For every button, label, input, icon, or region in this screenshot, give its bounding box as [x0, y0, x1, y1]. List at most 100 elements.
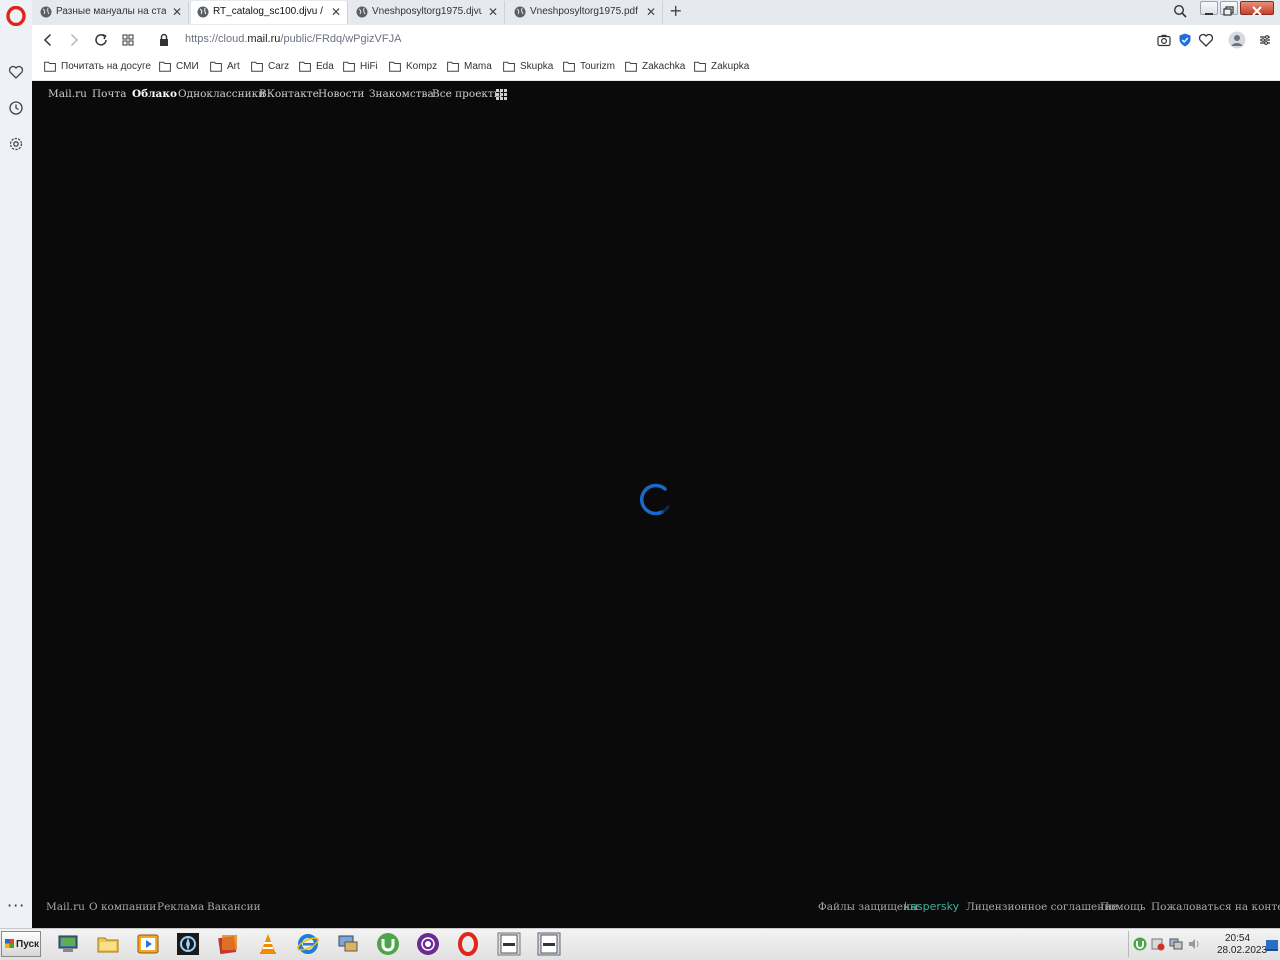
vlc-icon[interactable] — [256, 932, 280, 956]
url-domain: mail.ru — [247, 33, 281, 45]
close-window-button[interactable] — [1240, 1, 1274, 16]
snapshot-camera-icon[interactable] — [1156, 32, 1172, 48]
vpn-shield-icon[interactable] — [1177, 32, 1193, 48]
nav-pochta[interactable]: Почта — [92, 88, 127, 100]
tab-1[interactable]: Разные мануалы на стар ✕ — [34, 1, 189, 24]
footer-ads[interactable]: Реклама — [157, 901, 204, 913]
djvu-document-icon[interactable] — [497, 932, 521, 956]
footer-about[interactable]: О компании — [89, 901, 156, 913]
footer-mailru[interactable]: Mail.ru — [46, 901, 85, 913]
nav-odnoklassniki[interactable]: Одноклассники — [178, 88, 265, 100]
folder-icon — [389, 61, 401, 72]
nav-all-projects[interactable]: Все проекты — [432, 88, 502, 100]
footer-report[interactable]: Пожаловаться на контент — [1151, 901, 1280, 913]
tab-close-icon[interactable]: ✕ — [331, 5, 341, 19]
nav-oblako[interactable]: Облако — [132, 88, 177, 100]
kaspersky-logo[interactable]: kaspersky — [904, 900, 959, 913]
loading-spinner-icon — [640, 483, 670, 516]
settings-gear-icon[interactable] — [8, 136, 24, 152]
bookmark-label: Почитать на досуге — [61, 61, 151, 72]
tab-strip: Разные мануалы на стар ✕ RT_catalog_sc10… — [32, 0, 1280, 25]
start-button[interactable]: Пуск — [1, 931, 41, 957]
search-tabs-icon[interactable] — [1173, 4, 1187, 18]
close-icon — [1252, 6, 1262, 16]
opera-sidebar: ··· — [0, 0, 32, 928]
tab-4[interactable]: Vneshposyltorg1975.pdf / C ✕ — [508, 1, 663, 24]
new-tab-button[interactable]: + — [669, 2, 682, 20]
bookmark-label: Zakachka — [642, 61, 686, 72]
djvu-document-icon-2[interactable] — [537, 932, 561, 956]
folder-icon — [343, 61, 355, 72]
bookmark-label: Kompz — [406, 61, 438, 72]
globe-icon — [514, 6, 526, 18]
reload-icon[interactable] — [93, 32, 109, 48]
folder-icon — [299, 61, 311, 72]
clock-date[interactable]: 28.02.2023 — [1217, 945, 1267, 956]
nav-novosti[interactable]: Новости — [318, 88, 364, 100]
bookmark-label: Mama — [464, 61, 492, 72]
page-footer: Mail.ru О компании Реклама Вакансии Файл… — [32, 899, 1280, 915]
back-icon[interactable] — [40, 32, 56, 48]
apps-grid-icon[interactable] — [496, 89, 507, 100]
utorrent-icon[interactable] — [376, 932, 400, 956]
file-explorer-folder-icon[interactable] — [96, 932, 120, 956]
show-desktop-icon[interactable] — [1266, 939, 1278, 951]
bookmark-label: Carz — [268, 61, 290, 72]
lock-icon[interactable] — [157, 32, 171, 48]
tab-2-active[interactable]: RT_catalog_sc100.djvu / Об ✕ — [191, 1, 348, 24]
folder-icon — [447, 61, 459, 72]
globe-icon — [40, 6, 52, 18]
easy-setup-icon[interactable] — [1257, 32, 1273, 48]
volume-tray-icon[interactable] — [1187, 937, 1201, 951]
bookmarks-bar: Почитать на досуге СМИ Art Carz Eda HiFi… — [32, 55, 1280, 81]
windows-taskbar: Пуск 20:54 28.02.2023 — [0, 928, 1280, 960]
page-content: Mail.ru Почта Облако Одноклассники ВКонт… — [32, 81, 1280, 928]
windows-flag-icon — [5, 939, 14, 948]
nav-znakomstva[interactable]: Знакомства — [369, 88, 434, 100]
minimize-window-button[interactable] — [1200, 1, 1218, 15]
opera-logo-icon[interactable] — [6, 6, 26, 26]
footer-jobs[interactable]: Вакансии — [207, 901, 261, 913]
network-icon[interactable] — [336, 932, 360, 956]
folder-icon — [210, 61, 222, 72]
tab-close-icon[interactable]: ✕ — [172, 5, 182, 19]
bookmark-label: HiFi — [360, 61, 378, 72]
my-computer-icon[interactable] — [56, 932, 80, 956]
clock-time[interactable]: 20:54 — [1225, 933, 1250, 944]
nav-mailru[interactable]: Mail.ru — [48, 88, 87, 100]
tab-3[interactable]: Vneshposyltorg1975.djvu / ✕ — [350, 1, 505, 24]
tab-close-icon[interactable]: ✕ — [646, 5, 656, 19]
network-tray-icon[interactable] — [1169, 937, 1183, 951]
history-clock-icon[interactable] — [8, 100, 24, 116]
folder-icon — [625, 61, 637, 72]
bookmark-heart-icon[interactable] — [1198, 32, 1214, 48]
folder-icon — [563, 61, 575, 72]
footer-help[interactable]: Помощь — [1100, 901, 1145, 913]
footer-license[interactable]: Лицензионное соглашение — [966, 901, 1117, 913]
tab-title: RT_catalog_sc100.djvu / Об — [213, 6, 323, 17]
forward-icon[interactable] — [66, 32, 82, 48]
media-player-icon[interactable] — [136, 932, 160, 956]
archiver-icon[interactable] — [216, 932, 240, 956]
folder-icon — [503, 61, 515, 72]
bookmark-label: Art — [227, 61, 240, 72]
url-field[interactable]: https://cloud.mail.ru/public/FRdq/wPgizV… — [185, 33, 401, 45]
bookmark-label: Tourizm — [580, 61, 616, 72]
tor-browser-icon[interactable] — [416, 932, 440, 956]
security-tray-icon[interactable] — [1151, 937, 1165, 951]
speed-dial-grid-icon[interactable] — [120, 32, 136, 48]
tab-title: Vneshposyltorg1975.djvu / — [372, 6, 482, 17]
nav-vkontakte[interactable]: ВКонтакте — [259, 88, 319, 100]
profile-avatar-icon[interactable] — [1228, 31, 1246, 49]
internet-explorer-icon[interactable] — [296, 932, 320, 956]
tab-close-icon[interactable]: ✕ — [488, 5, 498, 19]
opera-taskbar-icon[interactable] — [456, 932, 480, 956]
folder-icon — [159, 61, 171, 72]
restore-window-button[interactable] — [1220, 1, 1238, 16]
sidebar-more-icon[interactable]: ··· — [7, 898, 25, 914]
heart-icon[interactable] — [8, 64, 24, 80]
app-fan-icon[interactable] — [176, 932, 200, 956]
utorrent-tray-icon[interactable] — [1133, 937, 1147, 951]
folder-icon — [251, 61, 263, 72]
url-prefix: https://cloud. — [185, 33, 248, 45]
